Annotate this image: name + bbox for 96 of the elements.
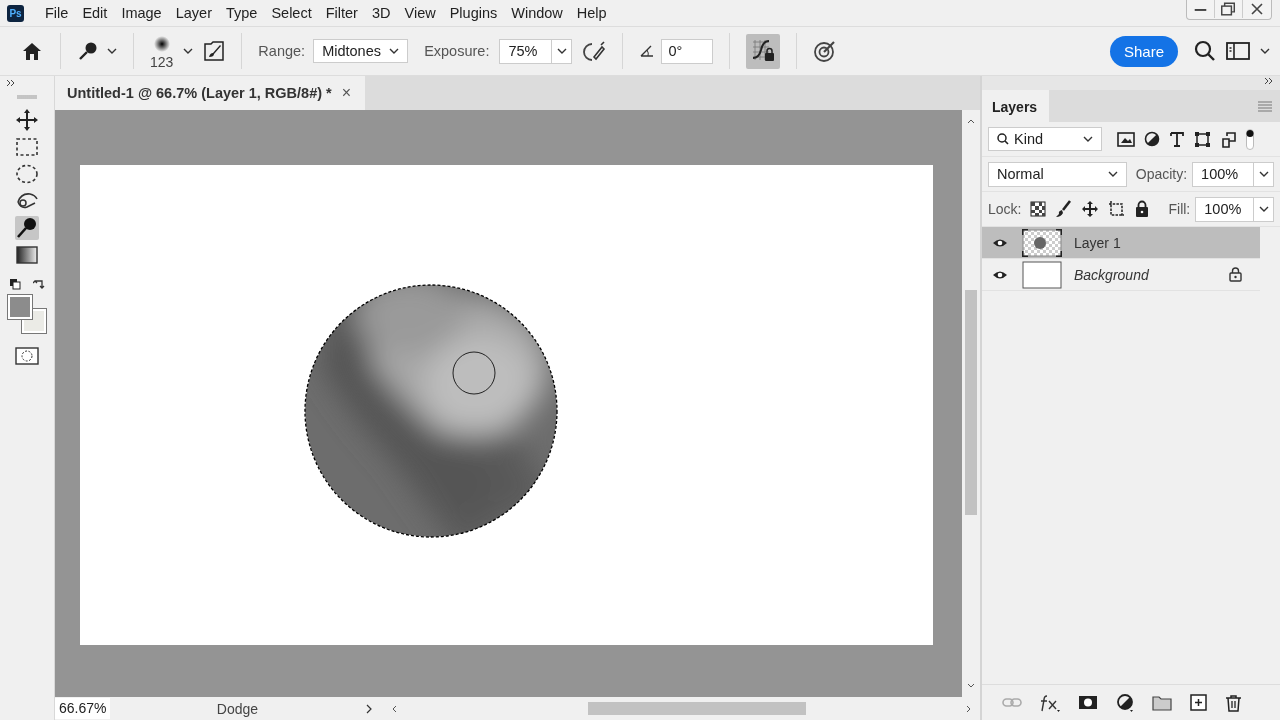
protect-tones-icon[interactable] xyxy=(750,37,777,62)
mask-icon[interactable] xyxy=(1078,694,1098,711)
menu-item[interactable]: Filter xyxy=(319,5,366,21)
search-icon xyxy=(997,133,1009,145)
range-dropdown[interactable]: Midtones xyxy=(313,39,409,63)
color-swatches-icon[interactable] xyxy=(7,294,47,334)
scroll-left-icon[interactable] xyxy=(391,704,398,713)
filter-dropdown[interactable]: Kind xyxy=(988,127,1102,151)
rectangle-marquee-icon[interactable] xyxy=(15,135,39,159)
ellipse-marquee-icon[interactable] xyxy=(15,162,39,186)
menu-item[interactable]: Layer xyxy=(169,5,220,21)
exposure-label: Exposure: xyxy=(424,43,490,59)
layer-thumbnail xyxy=(1022,228,1062,257)
menu-item[interactable]: Type xyxy=(219,5,266,21)
blend-mode-dropdown[interactable]: Normal xyxy=(988,161,1127,187)
menu-item[interactable]: View xyxy=(398,5,444,21)
exposure-field[interactable]: 75% xyxy=(499,38,573,64)
angle-icon xyxy=(639,43,656,59)
lock-icon[interactable] xyxy=(1229,267,1242,282)
angle-field[interactable]: 0° xyxy=(661,38,714,64)
fill-field[interactable]: 100% xyxy=(1195,196,1274,222)
swap-colors-icon[interactable] xyxy=(33,278,45,290)
dodge-tool-icon[interactable] xyxy=(15,216,39,240)
collapse-icon[interactable] xyxy=(1264,76,1274,86)
status-menu-icon[interactable] xyxy=(365,703,373,714)
new-layer-icon[interactable] xyxy=(1190,694,1207,711)
status-info: Dodge xyxy=(215,700,260,717)
lock-artboard-icon[interactable] xyxy=(1108,200,1126,218)
brush-size: 123 xyxy=(150,54,174,70)
zoom-field[interactable]: 66.67% xyxy=(55,698,110,719)
menu-item[interactable]: 3D xyxy=(365,5,399,21)
caret-icon[interactable] xyxy=(1260,47,1270,55)
lock-all-icon[interactable] xyxy=(1134,200,1151,218)
close-tab-button[interactable]: × xyxy=(341,84,352,102)
brush-cursor-icon xyxy=(452,351,496,395)
menu-item[interactable]: Select xyxy=(265,5,320,21)
folder-icon[interactable] xyxy=(1152,694,1172,711)
layer-thumbnail xyxy=(1022,260,1062,289)
brush-settings-icon[interactable] xyxy=(203,40,226,62)
fx-icon[interactable] xyxy=(1040,693,1060,712)
caret-icon xyxy=(1083,135,1093,143)
menu-item[interactable]: Help xyxy=(570,5,615,21)
menu-item[interactable]: Edit xyxy=(76,5,116,21)
share-button[interactable]: Share xyxy=(1110,35,1178,67)
layer-row[interactable]: Background xyxy=(982,259,1260,291)
menu-item[interactable]: Image xyxy=(115,5,170,21)
opacity-label: Opacity: xyxy=(1135,166,1188,182)
lock-transparency-icon[interactable] xyxy=(1030,201,1047,217)
layer-name: Background xyxy=(1074,266,1150,283)
move-icon[interactable] xyxy=(15,108,39,132)
filter-toggle-icon[interactable] xyxy=(1246,128,1254,150)
layers-tab[interactable]: Layers xyxy=(982,90,1050,122)
menu-item[interactable]: Window xyxy=(505,5,571,21)
caret-icon[interactable] xyxy=(556,47,567,55)
image-filter-icon[interactable] xyxy=(1117,130,1135,148)
dodge-tool-icon[interactable] xyxy=(77,41,97,61)
lock-position-icon[interactable] xyxy=(1081,200,1100,218)
lock-pixels-icon[interactable] xyxy=(1055,200,1073,218)
scrollbar-thumb[interactable] xyxy=(588,702,806,715)
search-icon[interactable] xyxy=(1194,40,1216,62)
caret-icon xyxy=(389,47,400,55)
scroll-down-icon[interactable] xyxy=(967,682,975,689)
trash-icon[interactable] xyxy=(1225,693,1242,712)
brush-tip-icon[interactable] xyxy=(153,36,170,52)
grip-icon[interactable] xyxy=(17,94,37,100)
lock-label: Lock: xyxy=(988,201,1022,217)
caret-icon xyxy=(1107,170,1118,178)
fill-label: Fill: xyxy=(1168,201,1191,217)
layer-name: Layer 1 xyxy=(1074,234,1122,251)
scroll-right-icon[interactable] xyxy=(965,704,972,713)
caret-icon[interactable] xyxy=(1258,170,1269,178)
opacity-field[interactable]: 100% xyxy=(1192,161,1274,187)
airbrush-icon[interactable] xyxy=(582,40,607,62)
scrollbar-thumb[interactable] xyxy=(965,290,977,515)
layer-row[interactable]: Layer 1 xyxy=(982,227,1260,259)
default-colors-icon[interactable] xyxy=(9,278,21,290)
app-logo: Ps xyxy=(7,4,24,22)
caret-icon[interactable] xyxy=(1258,205,1269,213)
document-title: Untitled-1 @ 66.7% (Layer 1, RGB/8#) * xyxy=(67,85,332,101)
workspace-icon[interactable] xyxy=(1226,40,1250,62)
shape-filter-icon[interactable] xyxy=(1194,130,1211,148)
range-label: Range: xyxy=(258,43,306,59)
menu-item[interactable]: Plugins xyxy=(443,5,506,21)
adjustment-layer-icon[interactable] xyxy=(1116,693,1134,712)
target-brush-icon[interactable] xyxy=(813,39,838,63)
caret-icon[interactable] xyxy=(107,47,117,55)
type-filter-icon[interactable] xyxy=(1169,130,1185,148)
document-tab[interactable]: Untitled-1 @ 66.7% (Layer 1, RGB/8#) * × xyxy=(55,76,366,110)
scroll-up-icon[interactable] xyxy=(967,118,975,125)
smart-object-filter-icon[interactable] xyxy=(1220,130,1237,148)
caret-icon[interactable] xyxy=(183,47,194,55)
menu-item[interactable]: File xyxy=(39,5,77,21)
gradient-tool-icon[interactable] xyxy=(15,243,39,267)
quick-mask-icon[interactable] xyxy=(15,346,39,366)
collapse-icon[interactable] xyxy=(6,78,16,88)
adjustment-filter-icon[interactable] xyxy=(1144,131,1160,147)
